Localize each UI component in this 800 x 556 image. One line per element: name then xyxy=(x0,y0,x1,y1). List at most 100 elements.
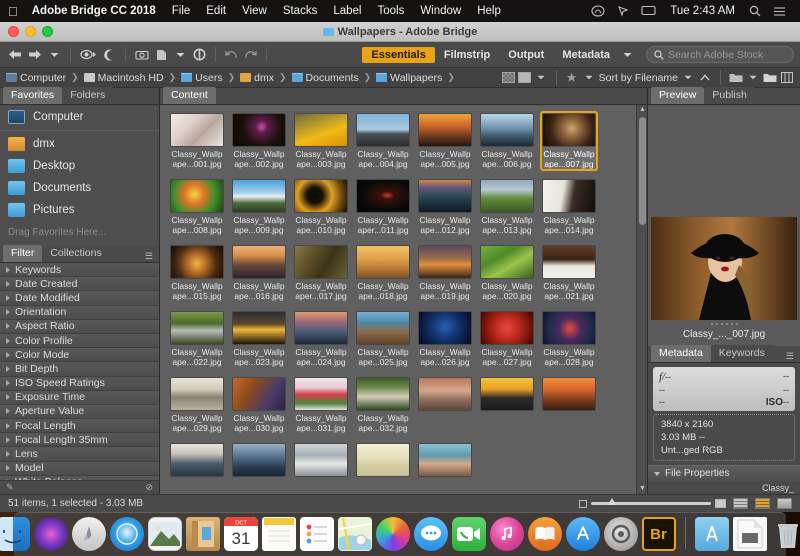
file-cell[interactable]: Classy_Wallpape...013.jpg xyxy=(478,177,536,237)
file-thumbnail[interactable] xyxy=(481,378,533,410)
chevron-down-icon[interactable] xyxy=(46,46,63,64)
tab-collections[interactable]: Collections xyxy=(42,245,110,262)
open-folder-icon[interactable] xyxy=(763,71,777,84)
dock-item-documents-stack[interactable] xyxy=(732,517,767,551)
filter-row[interactable]: ISO Speed Ratings xyxy=(0,376,159,391)
file-cell[interactable]: Classy_Wallpape...020.jpg xyxy=(478,243,536,303)
apple-logo-icon[interactable]:  xyxy=(8,5,18,18)
file-cell[interactable]: Classy_Wallpape...016.jpg xyxy=(230,243,288,303)
dock-item-messages[interactable] xyxy=(413,517,448,551)
tab-filter[interactable]: Filter xyxy=(3,245,43,262)
file-thumbnail[interactable] xyxy=(357,312,409,344)
file-thumbnail[interactable] xyxy=(171,444,223,476)
file-thumbnail[interactable] xyxy=(171,312,223,344)
file-thumbnail[interactable] xyxy=(171,114,223,146)
favorite-item-computer[interactable]: Computer xyxy=(0,106,159,128)
breadcrumb-item-documents[interactable]: Documents xyxy=(291,72,359,84)
filter-row[interactable]: Focal Length xyxy=(0,419,159,434)
filter-row[interactable]: Lens xyxy=(0,447,159,462)
filter-row[interactable]: Focal Length 35mm xyxy=(0,433,159,448)
thumbnail-content-area[interactable]: Classy_Wallpape...001.jpg Classy_Wallpape… xyxy=(160,105,647,494)
tab-preview[interactable]: Preview xyxy=(651,87,705,104)
dock-item-ibooks[interactable] xyxy=(527,517,562,551)
file-cell[interactable]: Classy_Wallpape...015.jpg xyxy=(168,243,226,303)
arrow-left-icon[interactable] xyxy=(6,46,24,64)
notification-center-icon[interactable] xyxy=(767,6,792,17)
breadcrumb-item-users[interactable]: Users xyxy=(181,72,223,84)
file-thumbnail[interactable] xyxy=(233,180,285,212)
workspace-essentials[interactable]: Essentials xyxy=(362,46,435,63)
filter-row[interactable]: Bit Depth xyxy=(0,362,159,377)
tab-publish[interactable]: Publish xyxy=(704,87,755,104)
file-cell[interactable]: Classy_Wallpape...009.jpg xyxy=(230,177,288,237)
tab-favorites[interactable]: Favorites xyxy=(3,87,63,104)
menu-help[interactable]: Help xyxy=(469,5,509,17)
file-thumbnail[interactable] xyxy=(357,114,409,146)
workspace-output[interactable]: Output xyxy=(499,47,553,63)
tab-metadata[interactable]: Metadata xyxy=(651,345,711,362)
dock-item-mail[interactable] xyxy=(147,517,182,551)
file-thumbnail[interactable] xyxy=(357,378,409,410)
file-thumbnail[interactable] xyxy=(357,180,409,212)
chevron-down-icon-rating[interactable] xyxy=(582,71,596,84)
filter-row[interactable]: Exposure Time xyxy=(0,390,159,405)
file-thumbnail[interactable] xyxy=(543,378,595,410)
checkered-thumbnail-icon[interactable] xyxy=(501,72,515,83)
file-thumbnail[interactable] xyxy=(295,378,347,410)
file-thumbnail[interactable] xyxy=(233,312,285,344)
details-view-button[interactable] xyxy=(755,498,770,509)
menu-edit[interactable]: Edit xyxy=(198,5,234,17)
tab-keywords[interactable]: Keywords xyxy=(710,345,773,362)
dock-item-finder[interactable] xyxy=(0,517,30,551)
content-vertical-scrollbar[interactable]: ▲ ▼ xyxy=(636,105,647,494)
file-thumbnail[interactable] xyxy=(357,444,409,476)
dock-item-system-preferences[interactable] xyxy=(603,517,638,551)
file-thumbnail[interactable] xyxy=(543,246,595,278)
dock-item-launchpad[interactable] xyxy=(71,517,106,551)
file-cell[interactable]: Classy_Wallpape...012.jpg xyxy=(416,177,474,237)
get-photos-camera-icon[interactable] xyxy=(133,46,151,64)
small-thumbnail-icon[interactable] xyxy=(579,499,587,508)
file-cell[interactable]: Classy_Wallpape...023.jpg xyxy=(230,309,288,369)
file-cell[interactable]: Classy_Wallpaper...011.jpg xyxy=(354,177,412,237)
file-cell[interactable]: Classy_Wallpape...002.jpg xyxy=(230,111,288,171)
file-cell[interactable]: Classy_Wallpape...001.jpg xyxy=(168,111,226,171)
file-thumbnail[interactable] xyxy=(171,246,223,278)
file-cell[interactable]: Classy_Wallpape...004.jpg xyxy=(354,111,412,171)
pointer-icon[interactable] xyxy=(611,5,635,17)
file-cell[interactable]: Classy_Wallpape...010.jpg xyxy=(292,177,350,237)
file-thumbnail[interactable] xyxy=(543,114,595,146)
file-thumbnail[interactable] xyxy=(481,246,533,278)
dock-item-applications-folder[interactable] xyxy=(694,517,729,551)
list-view-button[interactable] xyxy=(777,498,792,509)
file-thumbnail[interactable] xyxy=(295,180,347,212)
dock-item-adobe-bridge[interactable]: Br xyxy=(641,517,676,551)
file-thumbnail[interactable] xyxy=(295,114,347,146)
file-thumbnail[interactable] xyxy=(481,312,533,344)
file-thumbnail[interactable] xyxy=(171,180,223,212)
file-thumbnail[interactable] xyxy=(295,246,347,278)
dock-item-maps[interactable] xyxy=(337,517,372,551)
metadata-section-file-properties[interactable]: File Properties xyxy=(648,465,800,481)
star-filter-icon[interactable] xyxy=(565,71,579,84)
menubar-clock[interactable]: Tue 2:43 AM xyxy=(662,5,743,17)
moon-icon[interactable] xyxy=(101,46,118,64)
file-cell[interactable]: Classy_Wallpape...003.jpg xyxy=(292,111,350,171)
refine-page-icon[interactable] xyxy=(153,46,170,64)
file-cell[interactable]: Classy_Wallpape...014.jpg xyxy=(540,177,598,237)
dock-item-itunes[interactable] xyxy=(489,517,524,551)
airplay-icon[interactable] xyxy=(635,5,662,17)
panel-menu-icon[interactable]: ☰ xyxy=(786,351,800,362)
file-cell[interactable]: Classy_Wallpape...031.jpg xyxy=(292,375,350,435)
filter-row[interactable]: Aspect Ratio xyxy=(0,319,159,334)
filter-row[interactable]: Keywords xyxy=(0,263,159,278)
file-cell[interactable] xyxy=(416,375,474,435)
file-thumbnail[interactable] xyxy=(543,180,595,212)
rotate-clockwise-icon[interactable] xyxy=(191,46,208,64)
file-cell[interactable]: Classy_Wallpape...024.jpg xyxy=(292,309,350,369)
favorite-item-documents[interactable]: Documents xyxy=(0,177,159,199)
file-cell[interactable]: Classy_Wallpape...021.jpg xyxy=(540,243,598,303)
filter-row[interactable]: Color Profile xyxy=(0,333,159,349)
breadcrumb-item-macintosh-hd[interactable]: Macintosh HD xyxy=(83,72,164,84)
favorite-item-desktop[interactable]: Desktop xyxy=(0,155,159,177)
